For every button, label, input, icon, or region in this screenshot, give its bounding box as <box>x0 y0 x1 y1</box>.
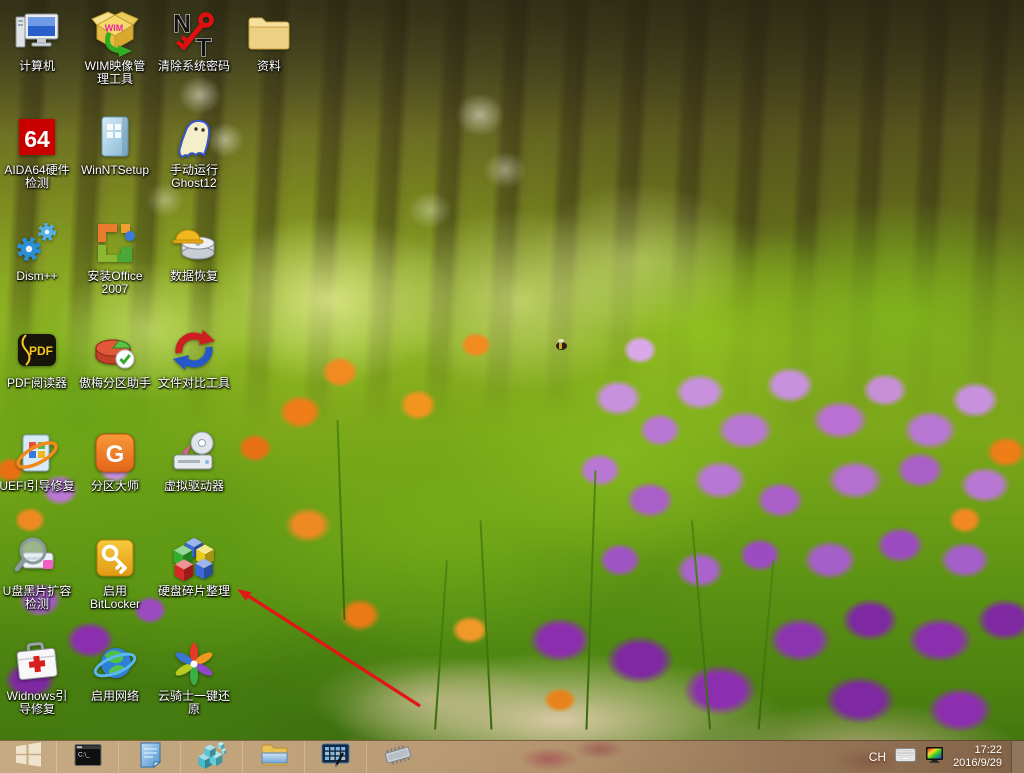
desktop-icon-label: AIDA64硬件 检测 <box>4 164 69 190</box>
gears-icon <box>12 218 62 268</box>
key-icon <box>90 533 140 583</box>
desktop-icon-aida64[interactable]: 64 AIDA64硬件 检测 <box>0 112 77 190</box>
desktop-icon-dism[interactable]: Dism++ <box>0 218 77 283</box>
desktop-icon-winntsetup[interactable]: WinNTSetup <box>75 112 155 177</box>
desktop-icon-ghost12[interactable]: 手动运行 Ghost12 <box>154 112 234 190</box>
taskbar-clock[interactable]: 17:22 2016/9/29 <box>953 744 1002 770</box>
desktop-icon-label: 分区大师 <box>91 480 139 493</box>
desktop-icon-label: U盘黑片扩容 检测 <box>3 585 72 611</box>
desktop-screen: 计算机 WIM WIM映像管 理工具 N T 清除系统密码 <box>0 0 1024 773</box>
pinwheel-flower-icon <box>169 638 219 688</box>
desktop-icon-label: 数据恢复 <box>170 270 218 283</box>
nt-key-icon: N T <box>169 8 219 58</box>
desktop-icon-uefi-repair[interactable]: UEFI引导修复 <box>0 428 77 493</box>
desktop-icon-computer[interactable]: 计算机 <box>0 8 77 73</box>
cyan-cubes-icon <box>197 741 227 773</box>
desktop-icon-yunqishi[interactable]: 云骑士一键还 原 <box>154 638 234 716</box>
desktop-icon-pdf-reader[interactable]: PDF PDF阅读器 <box>0 325 77 390</box>
desktop-icon-label: 傲梅分区助手 <box>79 377 151 390</box>
desktop-icon-windows-boot-repair[interactable]: Widnows引 导修复 <box>0 638 77 716</box>
desktop-icon-label: WIM映像管 理工具 <box>85 60 146 86</box>
uefi-box-icon <box>12 428 62 478</box>
desktop-icon-clear-system-password[interactable]: N T 清除系统密码 <box>154 8 234 73</box>
taskbar-notepad-button[interactable] <box>118 741 181 773</box>
desktop-icon-office-2007[interactable]: 安装Office 2007 <box>75 218 155 296</box>
globe-icon <box>90 638 140 688</box>
partition-pie-icon <box>90 325 140 375</box>
desktop-icon-label: 启用 BitLocker <box>90 585 140 611</box>
desktop-icon-partition-master[interactable]: G 分区大师 <box>75 428 155 493</box>
memory-chip-icon <box>382 743 414 772</box>
bee-in-photo <box>556 342 567 350</box>
desktop-icon-label: 虚拟驱动器 <box>164 480 224 493</box>
diskgenius-letter: G <box>106 441 125 468</box>
taskbar-cmd-button[interactable]: C:\_ <box>56 741 119 773</box>
desktop-icon-data-folder[interactable]: 资料 <box>229 8 309 73</box>
desktop-icon-label: UEFI引导修复 <box>0 480 75 493</box>
pdf-text: PDF <box>29 344 53 358</box>
taskbar-file-explorer-button[interactable] <box>242 741 305 773</box>
wim-box-icon: WIM <box>90 8 140 58</box>
folder-icon <box>244 8 294 58</box>
desktop-icon-aomei-partition[interactable]: 傲梅分区助手 <box>75 325 155 390</box>
display-settings-tray-icon[interactable] <box>925 746 944 768</box>
sync-arrows-icon <box>169 325 219 375</box>
first-aid-kit-icon <box>12 638 62 688</box>
office-logo-icon <box>90 218 140 268</box>
system-tray: CH 17:22 2016 <box>869 741 1024 773</box>
taskbar-ramdisk-button[interactable] <box>366 741 429 773</box>
desktop-icon-enable-network[interactable]: 启用网络 <box>75 638 155 703</box>
wim-text: WIM <box>105 23 124 33</box>
language-indicator[interactable]: CH <box>869 750 886 764</box>
desktop-icon-label: WinNTSetup <box>81 164 149 177</box>
start-button[interactable] <box>0 741 56 773</box>
desktop-icon-label: 文件对比工具 <box>158 377 230 390</box>
pdf-icon: PDF <box>12 325 62 375</box>
desktop-icon-label: 计算机 <box>19 60 55 73</box>
desktop-icon-label: 手动运行 Ghost12 <box>170 164 218 190</box>
desktop-icon-label: Dism++ <box>16 270 57 283</box>
notepad-icon <box>139 742 162 773</box>
desktop-icon-label: 硬盘碎片整理 <box>158 585 230 598</box>
file-explorer-icon <box>261 743 288 772</box>
nt-letter-n: N <box>173 10 191 38</box>
desktop-icon-disk-defrag[interactable]: 硬盘碎片整理 <box>154 533 234 598</box>
tablet-keyboard-stylus-icon <box>320 742 352 773</box>
desktop-icon-label: 清除系统密码 <box>158 60 230 73</box>
desktop-icon-data-recovery[interactable]: 数据恢复 <box>154 218 234 283</box>
diskgenius-icon: G <box>90 428 140 478</box>
colored-cubes-icon <box>169 533 219 583</box>
winntsetup-icon <box>90 112 140 162</box>
desktop-icon-label: 启用网络 <box>91 690 139 703</box>
desktop-icon-virtual-drive[interactable]: 虚拟驱动器 <box>154 428 234 493</box>
show-desktop-button[interactable] <box>1011 741 1024 773</box>
windows-logo-icon <box>15 741 42 773</box>
desktop-icon-file-compare[interactable]: 文件对比工具 <box>154 325 234 390</box>
taskbar: C:\_ <box>0 740 1024 773</box>
keyboard-tray-icon[interactable] <box>895 748 916 767</box>
desktop-icon-bitlocker[interactable]: 启用 BitLocker <box>75 533 155 611</box>
command-prompt-icon: C:\_ <box>74 744 102 771</box>
clock-date: 2016/9/29 <box>953 757 1002 770</box>
desktop-icon-label: 云骑士一键还 原 <box>158 690 230 716</box>
taskbar-registry-tool-button[interactable] <box>180 741 243 773</box>
harddisk-helmet-icon <box>169 218 219 268</box>
aida64-text: 64 <box>24 126 50 152</box>
aida64-icon: 64 <box>12 112 62 162</box>
computer-icon <box>12 8 62 58</box>
taskbar-onscreen-keyboard-button[interactable] <box>304 741 367 773</box>
cmd-prompt-text: C:\_ <box>78 751 90 758</box>
desktop-icon-label: 资料 <box>257 60 281 73</box>
desktop-icon-label: 安装Office 2007 <box>87 270 142 296</box>
ghost-icon <box>169 112 219 162</box>
magnifier-drive-icon <box>12 533 62 583</box>
desktop-icon-wim-image-manager[interactable]: WIM WIM映像管 理工具 <box>75 8 155 86</box>
desktop-icon-usb-check[interactable]: U盘黑片扩容 检测 <box>0 533 77 611</box>
nt-letter-t: T <box>196 34 211 57</box>
desktop-icon-label: Widnows引 导修复 <box>7 690 68 716</box>
clock-time: 17:22 <box>953 744 1002 757</box>
desktop-icon-label: PDF阅读器 <box>7 377 67 390</box>
virtual-drive-icon <box>169 428 219 478</box>
